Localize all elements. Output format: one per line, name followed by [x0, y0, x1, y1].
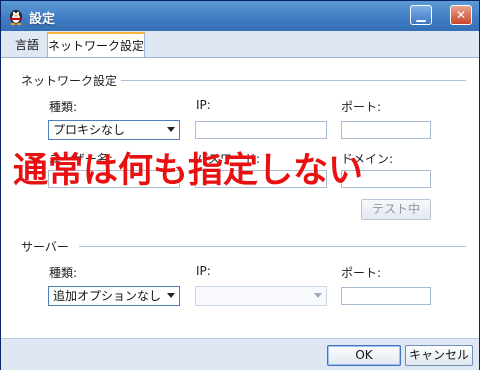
server-type-label: 種類: [49, 266, 78, 280]
penguin-app-icon [10, 10, 22, 25]
server-ip-select[interactable] [195, 286, 327, 306]
tab-language[interactable]: 言語 [7, 34, 47, 56]
proxy-type-label: 種類: [49, 100, 78, 114]
dialog-footer: OK キャンセル [1, 338, 479, 370]
minimize-icon: ▁ [416, 8, 426, 22]
close-button[interactable]: ✕ [450, 5, 472, 25]
tab-bar: 言語 ネットワーク設定 [1, 31, 479, 58]
ip-label: IP: [196, 98, 211, 112]
minimize-button[interactable]: ▁ [410, 5, 432, 25]
server-port-label: ポート: [341, 266, 382, 280]
proxy-type-value: プロキシなし [53, 123, 126, 137]
ip-field[interactable] [195, 121, 327, 139]
annotation-overlay-text: 通常は何も指定しない [13, 151, 364, 191]
cancel-button[interactable]: キャンセル [405, 345, 473, 366]
chevron-down-icon [167, 127, 175, 132]
ok-button[interactable]: OK [327, 345, 401, 366]
network-section-title: ネットワーク設定 [21, 74, 118, 88]
server-type-value: 追加オプションなし [53, 289, 162, 303]
network-settings-panel: ネットワーク設定 種類: IP: ポート: プロキシなし ユーザー名: パスワー… [1, 58, 479, 338]
server-port-field[interactable] [341, 287, 431, 305]
test-connection-button[interactable]: テスト中 [361, 199, 431, 220]
close-icon: ✕ [455, 8, 467, 22]
chevron-down-icon [167, 293, 175, 298]
window-title: 設定 [29, 12, 56, 27]
server-section-title: サーバー [21, 240, 69, 254]
title-bar[interactable]: 設定 ▁ ✕ [1, 1, 479, 31]
proxy-type-select[interactable]: プロキシなし [48, 120, 180, 140]
chevron-down-icon [314, 293, 322, 298]
tab-network-settings[interactable]: ネットワーク設定 [47, 32, 145, 57]
port-field[interactable] [341, 121, 431, 139]
server-section-divider [79, 246, 466, 247]
settings-window: 設定 ▁ ✕ 言語 ネットワーク設定 ネットワーク設定 種類: IP: ポート:… [0, 0, 480, 370]
server-type-select[interactable]: 追加オプションなし [48, 286, 180, 306]
network-section-divider [121, 80, 466, 81]
server-ip-label: IP: [196, 264, 211, 278]
port-label: ポート: [341, 100, 382, 114]
